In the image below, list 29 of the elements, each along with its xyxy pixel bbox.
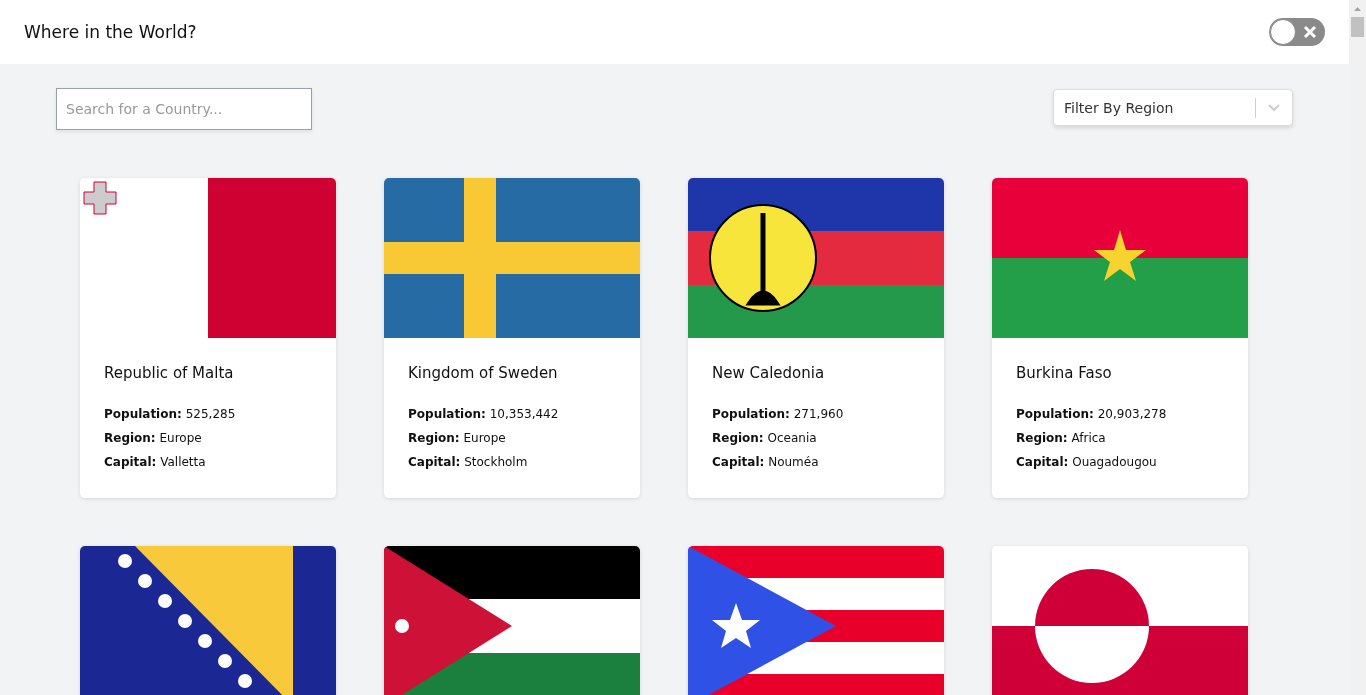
country-card[interactable]: New Caledonia Population: 271,960 Region: Oceania Capital: Nouméa bbox=[688, 178, 944, 498]
country-detail: Population: 20,903,278 bbox=[1016, 406, 1168, 423]
scroll-thumb[interactable] bbox=[1351, 17, 1364, 37]
country-name: Kingdom of Sweden bbox=[408, 364, 559, 382]
country-detail: Population: 271,960 bbox=[712, 406, 845, 423]
scrollbar[interactable] bbox=[1349, 0, 1366, 695]
country-detail: Region: Europe bbox=[408, 430, 507, 447]
country-detail: Region: Oceania bbox=[712, 430, 818, 447]
country-name: Republic of Malta bbox=[104, 364, 235, 382]
country-detail: Capital: Nouméa bbox=[712, 454, 820, 471]
search-field[interactable]: Search for a Country... bbox=[56, 88, 312, 130]
country-name: New Caledonia bbox=[712, 364, 826, 382]
chevron-down-icon bbox=[1268, 103, 1280, 112]
site-title: Where in the World? bbox=[24, 22, 197, 42]
close-icon bbox=[1303, 25, 1317, 39]
country-detail: Population: 10,353,442 bbox=[408, 406, 560, 423]
country-detail: Capital: Stockholm bbox=[408, 454, 529, 471]
country-detail: Capital: Valletta bbox=[104, 454, 207, 471]
scroll-up-arrow-icon[interactable] bbox=[1354, 7, 1361, 11]
country-detail: Region: Africa bbox=[1016, 430, 1107, 447]
country-detail: Population: 525,285 bbox=[104, 406, 237, 423]
country-name: Burkina Faso bbox=[1016, 364, 1113, 382]
region-dropdown[interactable]: Filter By Region bbox=[1053, 89, 1293, 126]
country-card[interactable]: Kingdom of Sweden Population: 10,353,442 Region: Europe Capital: Stockholm bbox=[384, 178, 640, 498]
country-detail: Region: Europe bbox=[104, 430, 203, 447]
country-card[interactable]: Republic of Malta Population: 525,285 Region: Europe Capital: Valletta bbox=[80, 178, 336, 498]
theme-toggle[interactable] bbox=[1269, 18, 1325, 46]
country-card[interactable]: Burkina Faso Population: 20,903,278 Region: Africa Capital: Ouagadougou bbox=[992, 178, 1248, 498]
country-detail: Capital: Ouagadougou bbox=[1016, 454, 1158, 471]
